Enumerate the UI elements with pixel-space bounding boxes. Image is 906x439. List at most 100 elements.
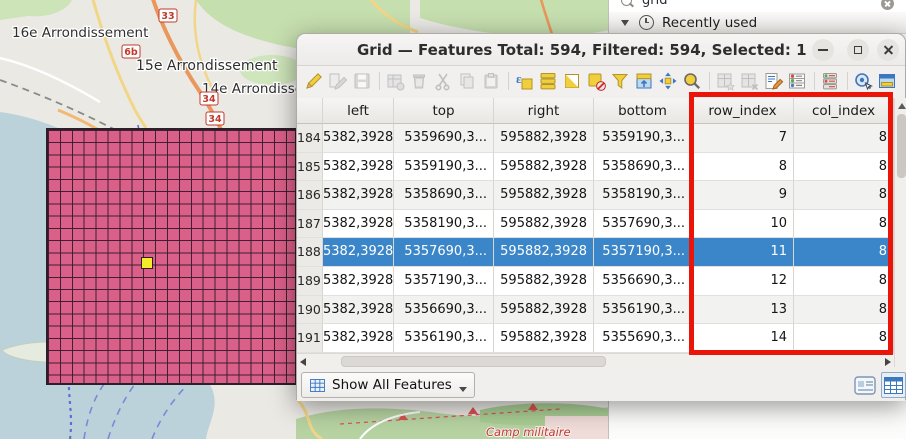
column-header-bottom[interactable]: bottom [594,98,692,124]
cell-top[interactable]: 5358690,3... [394,181,494,210]
cell-bottom[interactable]: 5356690,3... [594,267,692,296]
cell-col_index[interactable]: 8 [794,153,894,182]
zoom-to-selection-icon[interactable] [681,70,703,92]
cell-col_index[interactable]: 8 [794,124,894,153]
cell-left[interactable]: 5382,3928 [323,267,394,296]
select-by-expression-icon[interactable]: ε [513,70,535,92]
copy-features-icon[interactable] [456,70,478,92]
cell-row_index[interactable]: 12 [692,267,794,296]
table-row[interactable]: 1855382,39285359190,3...595882,392853586… [297,153,894,182]
cell-left[interactable]: 5382,3928 [323,324,394,353]
field-calculator-icon[interactable] [762,70,784,92]
chevron-down-icon[interactable] [621,20,629,26]
cell-bottom[interactable]: 5357690,3... [594,210,692,239]
row-number[interactable]: 188 [297,238,323,267]
scroll-left-icon[interactable] [300,358,306,366]
toolbox-group-recently-used[interactable]: Recently used [609,12,906,34]
filter-by-form-icon[interactable] [609,70,631,92]
dock-table-icon[interactable] [876,70,898,92]
delete-field-icon[interactable] [738,70,760,92]
column-header-rownum[interactable] [297,98,323,124]
table-row[interactable]: 1845382,39285359690,3...595882,392853591… [297,124,894,153]
cell-bottom[interactable]: 5355690,3... [594,324,692,353]
cell-bottom[interactable]: 5358690,3... [594,153,692,182]
scroll-up-icon[interactable] [898,103,906,109]
cell-right[interactable]: 595882,3928 [494,210,594,239]
cell-right[interactable]: 595882,3928 [494,296,594,325]
cell-top[interactable]: 5356690,3... [394,296,494,325]
minimize-button[interactable] [812,39,834,61]
row-number[interactable]: 190 [297,296,323,325]
invert-selection-icon[interactable] [561,70,583,92]
cell-row_index[interactable]: 9 [692,181,794,210]
table-row[interactable]: 1895382,39285357190,3...595882,392853566… [297,267,894,296]
cell-col_index[interactable]: 8 [794,267,894,296]
multi-edit-icon[interactable] [327,70,349,92]
row-number[interactable]: 187 [297,210,323,239]
cell-bottom[interactable]: 5357190,3... [594,238,692,267]
cell-top[interactable]: 5359190,3... [394,153,494,182]
maximize-button[interactable] [847,39,869,61]
cell-right[interactable]: 595882,3928 [494,267,594,296]
scrollbar-thumb[interactable] [897,114,906,178]
cell-right[interactable]: 595882,3928 [494,324,594,353]
cell-top[interactable]: 5357690,3... [394,238,494,267]
organize-columns-icon[interactable] [819,70,841,92]
scrollbar-thumb[interactable] [341,356,606,367]
table-row[interactable]: 1875382,39285358190,3...595882,392853576… [297,210,894,239]
cell-right[interactable]: 595882,3928 [494,153,594,182]
feature-filter-button[interactable]: Show All Features [301,372,475,398]
cell-top[interactable]: 5359690,3... [394,124,494,153]
table-row[interactable]: 1915382,39285356190,3...595882,392853556… [297,324,894,353]
cell-left[interactable]: 5382,3928 [323,181,394,210]
actions-icon[interactable] [852,70,874,92]
cell-bottom[interactable]: 5359190,3... [594,124,692,153]
window-titlebar[interactable]: Grid — Features Total: 594, Filtered: 59… [297,34,905,66]
cell-bottom[interactable]: 5356190,3... [594,296,692,325]
save-edits-icon[interactable] [351,70,373,92]
pan-to-selection-icon[interactable] [657,70,679,92]
scroll-right-icon[interactable] [885,358,891,366]
vertical-scrollbar[interactable] [894,98,906,386]
cell-left[interactable]: 5382,3928 [323,124,394,153]
cell-row_index[interactable]: 13 [692,296,794,325]
cell-left[interactable]: 5382,3928 [323,296,394,325]
move-selection-to-top-icon[interactable] [633,70,655,92]
table-row[interactable]: 1865382,39285358690,3...595882,392853581… [297,181,894,210]
toggle-editing-icon[interactable] [303,70,325,92]
cell-top[interactable]: 5357190,3... [394,267,494,296]
horizontal-scrollbar[interactable] [297,353,894,367]
cell-right[interactable]: 595882,3928 [494,124,594,153]
add-feature-icon[interactable] [384,70,406,92]
cell-left[interactable]: 5382,3928 [323,238,394,267]
cell-col_index[interactable]: 8 [794,181,894,210]
cell-right[interactable]: 595882,3928 [494,181,594,210]
cell-row_index[interactable]: 7 [692,124,794,153]
switch-to-table-view-button[interactable] [881,372,906,398]
row-number[interactable]: 186 [297,181,323,210]
table-row[interactable]: 1905382,39285356690,3...595882,392853561… [297,296,894,325]
select-all-icon[interactable] [537,70,559,92]
new-field-icon[interactable] [714,70,736,92]
column-header-col-index[interactable]: col_index [794,98,894,124]
delete-selected-icon[interactable] [408,70,430,92]
column-header-right[interactable]: right [494,98,594,124]
cell-left[interactable]: 5382,3928 [323,153,394,182]
cell-row_index[interactable]: 8 [692,153,794,182]
cell-top[interactable]: 5358190,3... [394,210,494,239]
deselect-all-icon[interactable] [585,70,607,92]
cell-top[interactable]: 5356190,3... [394,324,494,353]
paste-features-icon[interactable] [480,70,502,92]
switch-to-form-view-button[interactable] [853,376,877,396]
column-header-row-index[interactable]: row_index [692,98,794,124]
row-number[interactable]: 189 [297,267,323,296]
cell-col_index[interactable]: 8 [794,238,894,267]
row-number[interactable]: 185 [297,153,323,182]
cell-left[interactable]: 5382,3928 [323,210,394,239]
row-number[interactable]: 184 [297,124,323,153]
row-number[interactable]: 191 [297,324,323,353]
column-header-top[interactable]: top [394,98,494,124]
close-button[interactable] [877,39,899,61]
cell-col_index[interactable]: 8 [794,324,894,353]
column-header-left[interactable]: left [323,98,394,124]
